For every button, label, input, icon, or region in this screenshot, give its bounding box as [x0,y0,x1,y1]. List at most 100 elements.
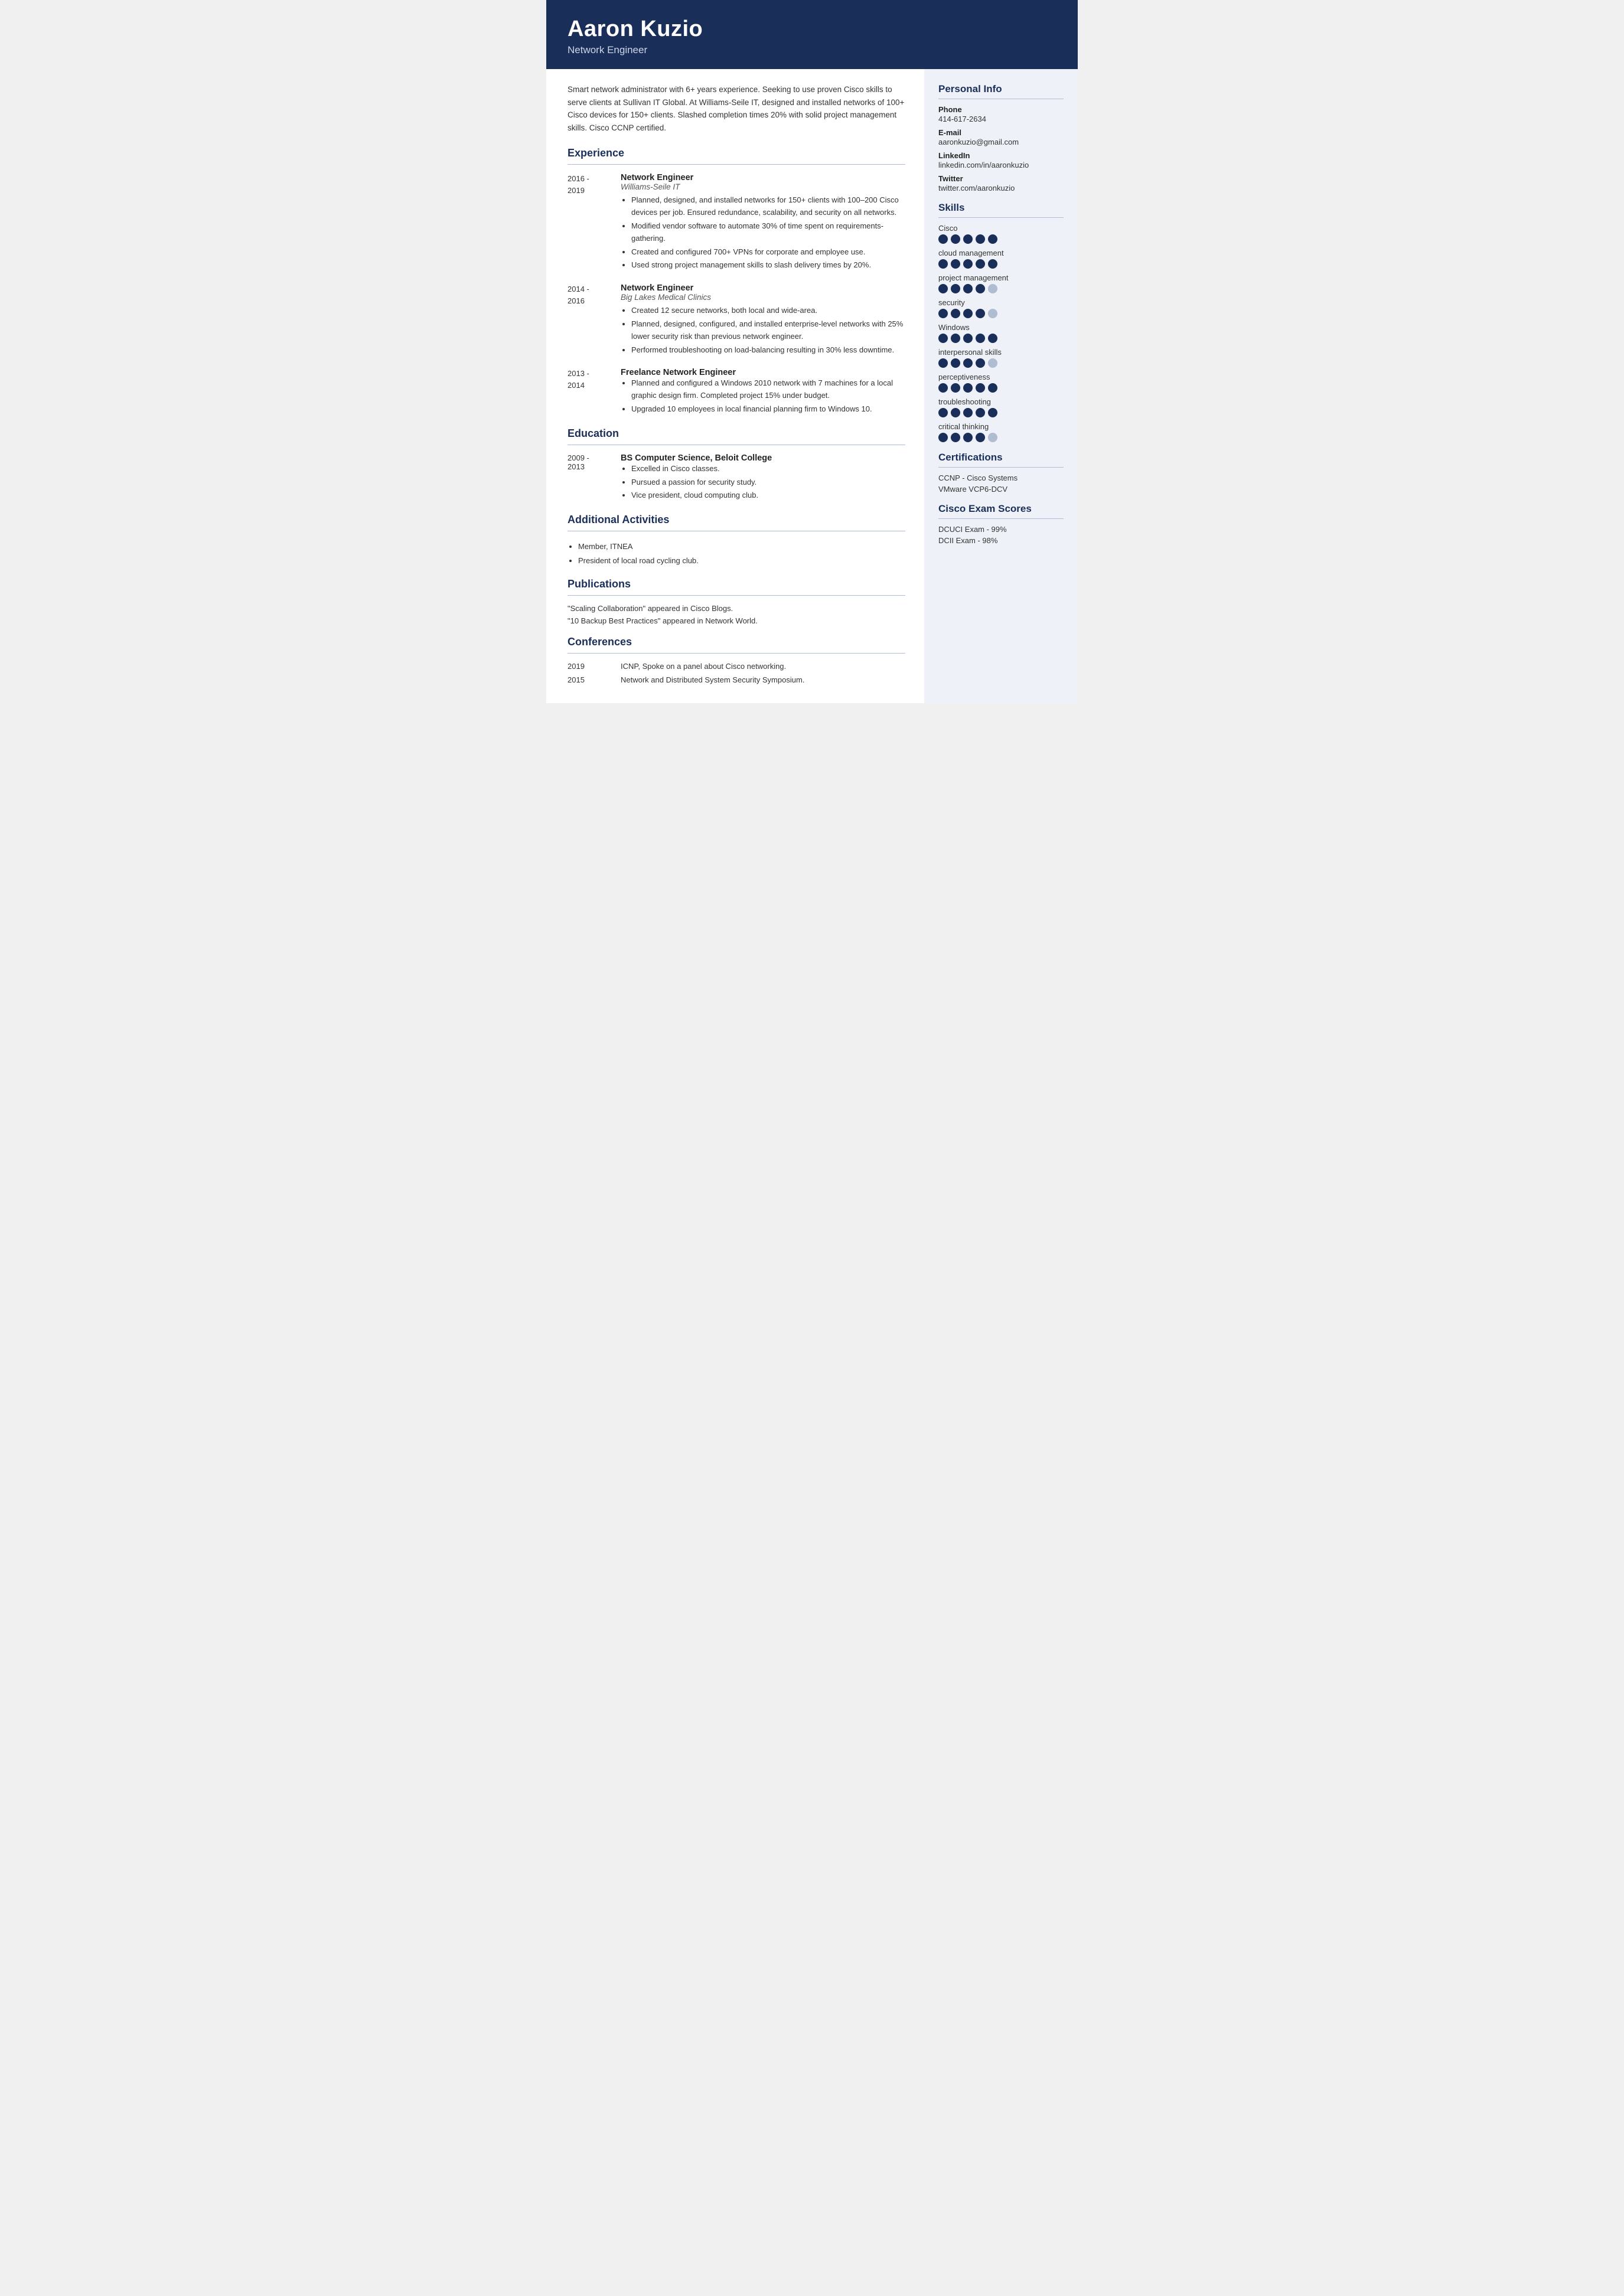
personal-info-title: Personal Info [938,83,1064,95]
skill-name: perceptiveness [938,373,1064,381]
skill-dot-filled [938,259,948,269]
publication-item: "10 Backup Best Practices" appeared in N… [568,616,905,625]
skill-dot-filled [963,383,973,393]
exp-bullet: Created 12 secure networks, both local a… [631,305,905,317]
skill-dot-filled [963,433,973,442]
linkedin-block: LinkedIn linkedin.com/in/aaronkuzio [938,151,1064,169]
exp-content: Network EngineerWilliams-Seile ITPlanned… [621,173,905,273]
linkedin-label: LinkedIn [938,151,1064,160]
skill-dot-empty [988,358,997,368]
exp-dates: 2013 -2014 [568,368,621,416]
certification-item: VMware VCP6-DCV [938,485,1064,494]
experience-divider [568,164,905,165]
email-value: aaronkuzio@gmail.com [938,138,1064,146]
conference-item: 2015Network and Distributed System Secur… [568,675,905,684]
activities-section-title: Additional Activities [568,514,905,526]
resume-header: Aaron Kuzio Network Engineer [546,0,1078,69]
edu-dates: 2009 -2013 [568,453,621,503]
skill-dot-filled [976,234,985,244]
certifications-title: Certifications [938,452,1064,463]
twitter-block: Twitter twitter.com/aaronkuzio [938,174,1064,192]
exp-dates: 2016 -2019 [568,173,621,273]
skill-name: cloud management [938,249,1064,257]
exp-job-title: Freelance Network Engineer [621,368,905,377]
skill-name: critical thinking [938,422,1064,431]
skill-item: perceptiveness [938,373,1064,393]
exp-bullet: Used strong project management skills to… [631,259,905,272]
skill-dot-empty [988,433,997,442]
conference-item: 2019ICNP, Spoke on a panel about Cisco n… [568,662,905,671]
skill-dots [938,234,1064,244]
skill-name: project management [938,273,1064,282]
skill-item: Cisco [938,224,1064,244]
publication-item: "Scaling Collaboration" appeared in Cisc… [568,604,905,613]
exp-job-title: Network Engineer [621,283,905,293]
skill-name: security [938,298,1064,307]
skill-dot-filled [976,358,985,368]
skill-dot-filled [988,383,997,393]
experience-item: 2013 -2014Freelance Network EngineerPlan… [568,368,905,416]
exp-dates: 2014 -2016 [568,283,621,357]
skill-dot-filled [976,433,985,442]
conference-year: 2015 [568,675,621,684]
edu-degree: BS Computer Science, Beloit College [621,453,905,463]
applicant-title: Network Engineer [568,44,1056,56]
exp-bullet: Performed troubleshooting on load-balanc… [631,344,905,357]
skill-item: troubleshooting [938,397,1064,417]
skill-name: Cisco [938,224,1064,233]
exp-bullet: Planned, designed, and installed network… [631,194,905,219]
skills-title: Skills [938,202,1064,214]
experience-item: 2014 -2016Network EngineerBig Lakes Medi… [568,283,905,357]
skill-dot-filled [951,259,960,269]
skill-dots [938,334,1064,343]
skill-dots [938,408,1064,417]
skill-dot-filled [976,383,985,393]
certifications-section: CCNP - Cisco SystemsVMware VCP6-DCV [938,473,1064,494]
skills-section: Cisco cloud management project management s… [938,224,1064,442]
edu-bullet: Excelled in Cisco classes. [631,463,905,475]
skill-dot-filled [938,358,948,368]
conferences-section-title: Conferences [568,636,905,648]
skill-dots [938,433,1064,442]
sidebar-column: Personal Info Phone 414-617-2634 E-mail … [924,69,1078,703]
skill-dot-filled [963,334,973,343]
skills-divider [938,217,1064,218]
education-item: 2009 -2013BS Computer Science, Beloit Co… [568,453,905,503]
skill-dots [938,259,1064,269]
exp-content: Freelance Network EngineerPlanned and co… [621,368,905,416]
skill-dot-filled [951,383,960,393]
skill-dot-empty [988,309,997,318]
skill-dot-filled [951,284,960,293]
skill-dot-filled [938,309,948,318]
certifications-divider [938,467,1064,468]
exp-content: Network EngineerBig Lakes Medical Clinic… [621,283,905,357]
skill-dot-filled [951,309,960,318]
experience-section-title: Experience [568,147,905,159]
skill-dot-filled [938,284,948,293]
exp-bullet: Planned, designed, configured, and insta… [631,318,905,343]
skill-dot-filled [938,334,948,343]
skill-name: troubleshooting [938,397,1064,406]
skill-dot-filled [951,408,960,417]
activities-section: Member, ITNEAPresident of local road cyc… [568,540,905,567]
skill-dot-filled [951,234,960,244]
skill-dot-filled [976,408,985,417]
edu-content: BS Computer Science, Beloit CollegeExcel… [621,453,905,503]
phone-label: Phone [938,105,1064,114]
phone-block: Phone 414-617-2634 [938,105,1064,123]
publications-divider [568,595,905,596]
skill-dot-filled [988,334,997,343]
exp-bullets: Planned and configured a Windows 2010 ne… [621,377,905,415]
conferences-divider [568,653,905,654]
experience-item: 2016 -2019Network EngineerWilliams-Seile… [568,173,905,273]
applicant-name: Aaron Kuzio [568,17,1056,42]
publications-section-title: Publications [568,578,905,590]
twitter-label: Twitter [938,174,1064,183]
summary-text: Smart network administrator with 6+ year… [568,83,905,134]
edu-bullet: Vice president, cloud computing club. [631,489,905,502]
resume-body: Smart network administrator with 6+ year… [546,69,1078,703]
exam-scores-divider [938,518,1064,519]
resume-container: Aaron Kuzio Network Engineer Smart netwo… [546,0,1078,703]
exp-company: Williams-Seile IT [621,182,905,191]
conference-text: Network and Distributed System Security … [621,675,905,684]
